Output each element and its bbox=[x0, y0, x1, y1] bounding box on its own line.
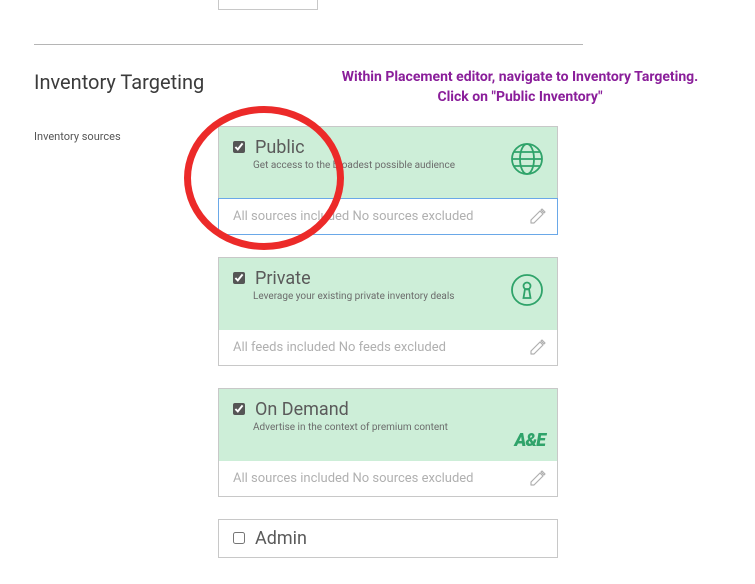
public-footer[interactable]: All sources included No sources excluded bbox=[218, 198, 558, 235]
private-footer-text: All feeds included No feeds excluded bbox=[233, 340, 446, 355]
globe-icon bbox=[509, 141, 545, 181]
private-footer[interactable]: All feeds included No feeds excluded bbox=[219, 330, 557, 365]
ondemand-footer-text: All sources included No sources excluded bbox=[233, 471, 474, 486]
inventory-cards-list: Public Get access to the broadest possib… bbox=[218, 126, 558, 580]
ondemand-subtitle: Advertise in the context of premium cont… bbox=[253, 422, 543, 433]
private-title: Private bbox=[255, 268, 311, 289]
ae-network-icon: A&E bbox=[515, 430, 545, 451]
card-header-public[interactable]: Public Get access to the broadest possib… bbox=[219, 127, 557, 199]
admin-title: Admin bbox=[255, 528, 307, 549]
keyhole-icon bbox=[509, 272, 545, 312]
inventory-card-private: Private Leverage your existing private i… bbox=[218, 257, 558, 366]
inventory-card-ondemand: On Demand Advertise in the context of pr… bbox=[218, 388, 558, 497]
section-divider bbox=[34, 44, 583, 45]
section-title: Inventory Targeting bbox=[34, 70, 204, 94]
inventory-sources-label: Inventory sources bbox=[34, 130, 121, 143]
edit-icon[interactable] bbox=[529, 469, 547, 487]
ondemand-checkbox[interactable] bbox=[233, 403, 245, 415]
public-title: Public bbox=[255, 137, 305, 158]
annotation-line-1: Within Placement editor, navigate to Inv… bbox=[342, 69, 698, 85]
public-subtitle: Get access to the broadest possible audi… bbox=[253, 160, 543, 171]
previous-card-fragment bbox=[218, 0, 318, 10]
inventory-card-public: Public Get access to the broadest possib… bbox=[218, 126, 558, 235]
instruction-annotation: Within Placement editor, navigate to Inv… bbox=[300, 68, 740, 107]
annotation-line-2: Click on "Public Inventory" bbox=[437, 89, 602, 105]
edit-icon[interactable] bbox=[529, 338, 547, 356]
public-checkbox[interactable] bbox=[233, 141, 245, 153]
admin-checkbox[interactable] bbox=[233, 532, 245, 544]
ondemand-title: On Demand bbox=[255, 399, 349, 420]
private-subtitle: Leverage your existing private inventory… bbox=[253, 291, 543, 302]
card-header-private[interactable]: Private Leverage your existing private i… bbox=[219, 258, 557, 330]
card-header-admin[interactable]: Admin bbox=[219, 520, 557, 557]
public-footer-text: All sources included No sources excluded bbox=[233, 209, 474, 224]
edit-icon[interactable] bbox=[529, 207, 547, 225]
card-header-ondemand[interactable]: On Demand Advertise in the context of pr… bbox=[219, 389, 557, 461]
private-checkbox[interactable] bbox=[233, 272, 245, 284]
inventory-card-admin: Admin bbox=[218, 519, 558, 558]
ondemand-footer[interactable]: All sources included No sources excluded bbox=[219, 461, 557, 496]
